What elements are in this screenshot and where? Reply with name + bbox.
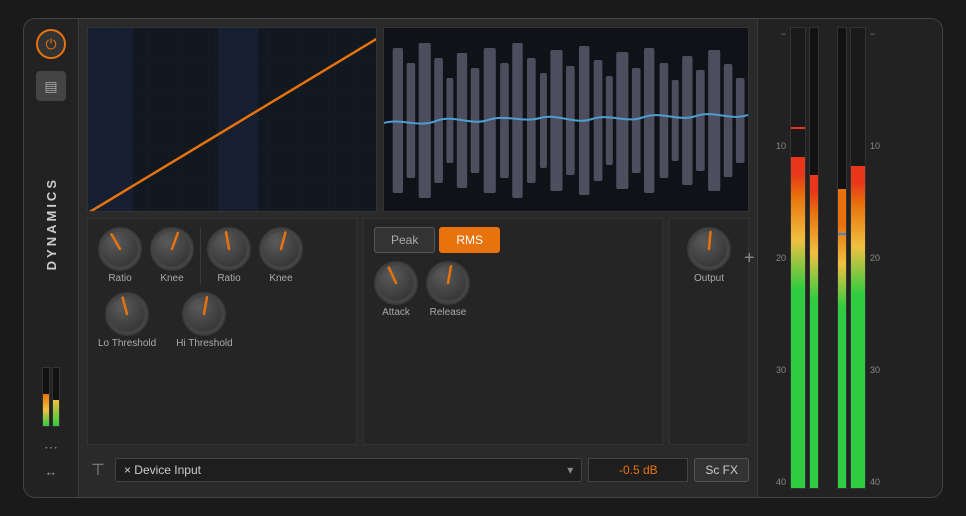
lo-ratio-knob[interactable] <box>98 227 142 271</box>
tick-20: 20 <box>764 253 786 263</box>
graphs-row <box>87 27 749 212</box>
bottom-bar: ⊤ × Device Input ▾ -0.5 dB Sc FX <box>87 451 749 489</box>
rtick-20: 20 <box>870 253 892 263</box>
hi-knee-group: Knee <box>259 227 303 284</box>
envelope-section: Peak RMS Attack <box>363 218 663 445</box>
peak-button[interactable]: Peak <box>374 227 435 253</box>
meter-bar-r2 <box>850 27 866 489</box>
waveform-display <box>383 27 749 212</box>
hi-ratio-knob[interactable] <box>207 227 251 271</box>
rtick-40: 40 <box>870 477 892 487</box>
plugin-container: ⏻ ▤ DYNAMICS ⋯ ↔ <box>23 18 943 498</box>
meter-bar-l1 <box>790 27 806 489</box>
left-channel-meters <box>790 27 819 489</box>
output-label: Output <box>694 273 724 284</box>
transfer-graph <box>87 27 377 212</box>
mini-meter-left <box>42 367 50 427</box>
mid-scale <box>823 27 833 489</box>
meter-bar-l2 <box>809 27 819 489</box>
left-sidebar: ⏻ ▤ DYNAMICS ⋯ ↔ <box>24 19 79 497</box>
route-button[interactable]: ↔ <box>45 464 58 479</box>
tick-minus: − <box>764 29 786 39</box>
release-group: Release <box>426 261 470 318</box>
sep-line <box>200 227 201 284</box>
controls-row: Ratio <box>87 218 749 445</box>
dropdown-arrow-icon[interactable]: ▾ <box>567 463 573 477</box>
release-label: Release <box>430 307 467 318</box>
hi-threshold-knob[interactable] <box>182 292 226 336</box>
routing-icon[interactable]: ⊤ <box>87 456 109 484</box>
mini-meter-right <box>52 367 60 427</box>
power-icon: ⏻ <box>45 36 56 53</box>
lo-threshold-label: Lo Threshold <box>98 338 156 349</box>
hi-knee-label: Knee <box>269 273 292 284</box>
hi-threshold-label: Hi Threshold <box>176 338 233 349</box>
folder-button[interactable]: ▤ <box>36 71 66 101</box>
device-input-area[interactable]: × Device Input ▾ <box>115 458 582 482</box>
lo-threshold-knob[interactable] <box>105 292 149 336</box>
right-channel-meters <box>837 27 866 489</box>
gain-value: -0.5 dB <box>619 463 658 477</box>
hi-knee-knob[interactable] <box>259 227 303 271</box>
peak-rms-row: Peak RMS <box>374 227 500 253</box>
transfer-curve-svg <box>88 28 377 212</box>
attack-release-row: Attack Release <box>374 261 652 318</box>
plugin-title: DYNAMICS <box>44 177 59 270</box>
device-name-text: × Device Input <box>124 463 559 477</box>
attack-knob[interactable] <box>374 261 418 305</box>
folder-icon: ▤ <box>44 78 57 95</box>
waveform-svg <box>384 28 748 212</box>
attack-group: Attack <box>374 261 418 318</box>
threshold-section: Ratio <box>87 218 357 445</box>
hi-threshold-group: Hi Threshold <box>176 292 233 349</box>
main-content: Ratio <box>79 19 757 497</box>
sc-fx-button[interactable]: Sc FX <box>694 458 749 482</box>
lo-section: Ratio <box>98 227 194 284</box>
hi-ratio-label: Ratio <box>217 273 240 284</box>
lo-knee-label: Knee <box>160 273 183 284</box>
rtick-30: 30 <box>870 365 892 375</box>
rtick-minus: − <box>870 29 892 39</box>
meter-bar-r1 <box>837 27 847 489</box>
dots-menu-button[interactable]: ⋯ <box>44 439 58 456</box>
hi-section: Ratio <box>207 227 303 284</box>
rms-button[interactable]: RMS <box>439 227 500 253</box>
release-knob[interactable] <box>426 261 470 305</box>
add-left-button[interactable]: + <box>744 248 755 269</box>
right-meters: + + − 10 20 30 40 <box>757 19 942 497</box>
mini-meters <box>42 367 60 427</box>
lo-knee-group: Knee <box>150 227 194 284</box>
tick-10: 10 <box>764 141 786 151</box>
gain-display: -0.5 dB <box>588 458 688 482</box>
tick-30: 30 <box>764 365 786 375</box>
attack-label: Attack <box>382 307 410 318</box>
lo-threshold-group: Lo Threshold <box>98 292 156 349</box>
output-knob[interactable] <box>687 227 731 271</box>
right-scale: − 10 20 30 40 <box>870 27 892 489</box>
power-button[interactable]: ⏻ <box>36 29 66 59</box>
lo-knee-knob[interactable] <box>150 227 194 271</box>
lo-ratio-group: Ratio <box>98 227 142 284</box>
rtick-10: 10 <box>870 141 892 151</box>
tick-40: 40 <box>764 477 786 487</box>
left-scale: − 10 20 30 40 <box>764 27 786 489</box>
lo-ratio-label: Ratio <box>108 273 131 284</box>
output-section: Output <box>669 218 749 445</box>
output-group: Output <box>687 227 731 284</box>
hi-ratio-group: Ratio <box>207 227 251 284</box>
